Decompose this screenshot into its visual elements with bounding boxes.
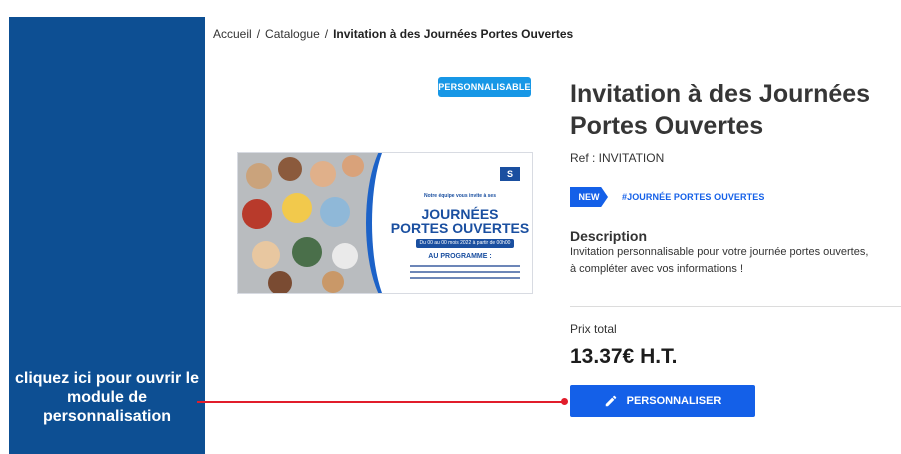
breadcrumb-catalogue-link[interactable]: Catalogue — [265, 27, 320, 41]
description-title: Description — [570, 228, 648, 244]
divider — [570, 306, 901, 307]
customize-button-label: PERSONNALISER — [626, 395, 722, 407]
flyer-date: Du 00 au 00 mois 2022 à partir de 00h00 — [416, 239, 514, 248]
customize-button[interactable]: PERSONNALISER — [570, 385, 755, 417]
product-ref: Ref : INVITATION — [570, 151, 665, 165]
callout-line — [197, 401, 565, 403]
category-hashtag-link[interactable]: #JOURNÉE PORTES OUVERTES — [622, 192, 764, 202]
flyer-heading-1: JOURNÉES — [421, 206, 499, 222]
breadcrumb-current: Invitation à des Journées Portes Ouverte… — [333, 27, 574, 41]
new-tag: NEW — [570, 187, 608, 207]
product-title: Invitation à des Journées Portes Ouverte… — [570, 80, 871, 140]
flyer-text-line — [410, 277, 520, 279]
thumbnail-flyer: S Notre équipe vous invite à ses JOURNÉE… — [388, 153, 532, 293]
flyer-heading-2: PORTES OUVERTES — [390, 220, 530, 236]
price-label: Prix total — [570, 322, 617, 336]
flyer-logo: S — [500, 167, 520, 181]
flyer-program-label: AU PROGRAMME : — [428, 253, 492, 260]
pencil-icon — [604, 394, 618, 408]
breadcrumb-separator: / — [256, 27, 261, 41]
breadcrumb-home-link[interactable]: Accueil — [213, 27, 252, 41]
annotation-panel: cliquez ici pour ouvrir le module de per… — [9, 17, 205, 454]
personalizable-badge: PERSONNALISABLE — [438, 77, 531, 97]
flyer-text-line — [410, 271, 520, 273]
flyer-text-line — [410, 265, 520, 267]
flyer-intro: Notre équipe vous invite à ses — [424, 193, 496, 199]
description-text: Invitation personnalisable pour votre jo… — [570, 246, 869, 275]
product-thumbnail[interactable]: S Notre équipe vous invite à ses JOURNÉE… — [237, 152, 533, 294]
annotation-note: cliquez ici pour ouvrir le module de per… — [14, 370, 200, 425]
price-value: 13.37€ H.T. — [570, 345, 678, 368]
breadcrumb: Accueil / Catalogue / Invitation à des Journ… — [213, 27, 573, 41]
breadcrumb-separator: / — [324, 27, 329, 41]
callout-dot — [561, 398, 568, 405]
